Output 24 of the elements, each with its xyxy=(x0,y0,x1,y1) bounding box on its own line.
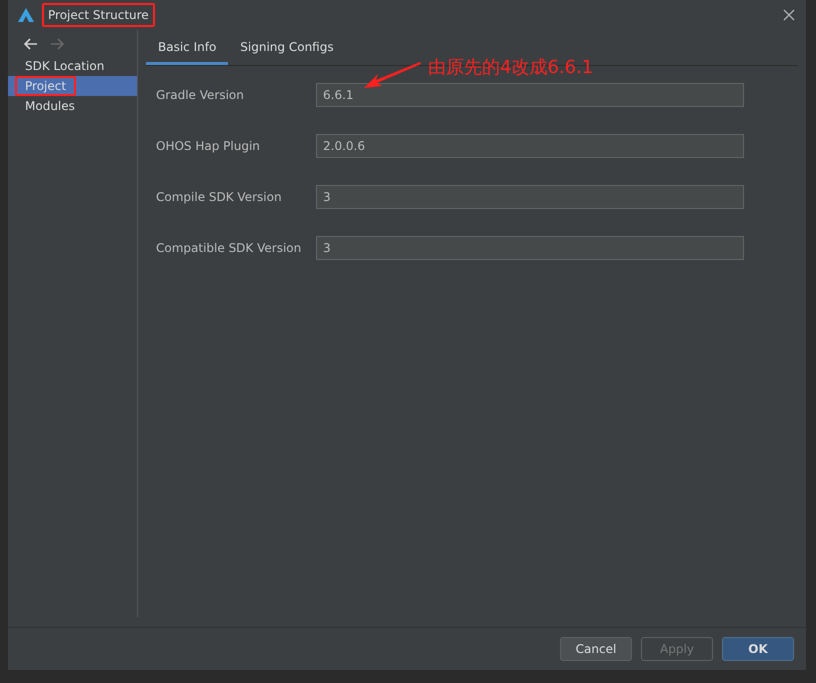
sidebar-item-label: Modules xyxy=(24,98,76,115)
back-arrow-icon[interactable] xyxy=(24,38,38,50)
field-label: OHOS Hap Plugin xyxy=(156,139,261,153)
input-field[interactable]: 3 xyxy=(316,185,744,209)
app-logo-icon xyxy=(18,8,34,22)
sidebar-item-label: SDK Location xyxy=(24,58,106,75)
input-field[interactable]: 6.6.1 xyxy=(316,83,744,107)
field-label: Compatible SDK Version xyxy=(156,241,302,255)
sidebar-item[interactable]: Modules xyxy=(8,96,137,116)
sidebar-item[interactable]: Project xyxy=(8,76,137,96)
field-label: Gradle Version xyxy=(156,88,245,102)
tab[interactable]: Basic Info xyxy=(146,31,228,65)
sidebar-item-label: Project xyxy=(15,76,76,96)
ok-button[interactable]: OK xyxy=(722,637,794,661)
input-field[interactable]: 3 xyxy=(316,236,744,260)
input-field[interactable]: 2.0.0.6 xyxy=(316,134,744,158)
annotation-text: 由原先的4改成6.6.1 xyxy=(428,56,594,79)
sidebar-item[interactable]: SDK Location xyxy=(8,56,137,76)
annotation-arrow xyxy=(362,60,422,90)
dialog-button[interactable]: Cancel xyxy=(560,637,632,661)
tab[interactable]: Signing Configs xyxy=(228,31,346,65)
close-icon[interactable] xyxy=(782,8,796,22)
field-label: Compile SDK Version xyxy=(156,190,283,204)
window-title: Project Structure xyxy=(42,3,155,27)
